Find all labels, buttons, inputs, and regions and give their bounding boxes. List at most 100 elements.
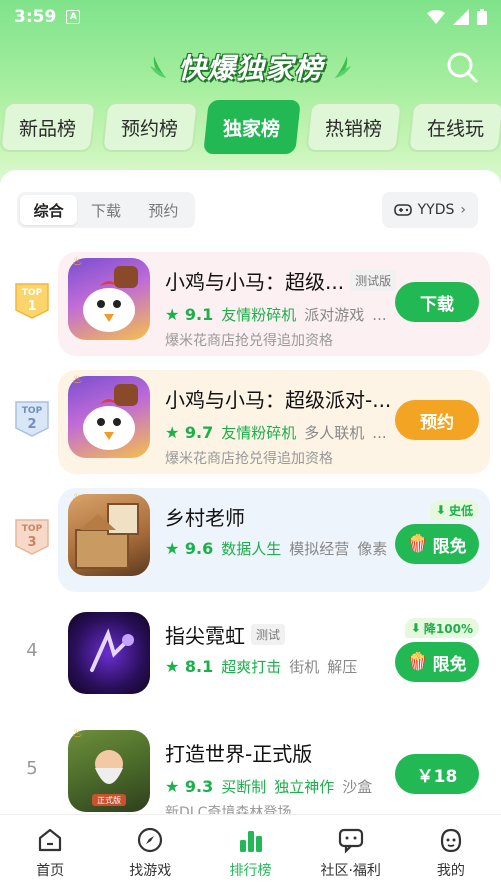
game-subtitle: 爆米花商店抢兑得追加资格 — [165, 451, 333, 467]
flame-icon: ♨ — [72, 372, 83, 386]
nav-find-games[interactable]: 找游戏 — [100, 815, 200, 890]
filter-download[interactable]: 下载 — [77, 195, 134, 225]
game-icon — [68, 258, 150, 340]
nav-label: 首页 — [36, 862, 65, 879]
game-icon — [68, 376, 150, 458]
badge-label: 降100% — [423, 621, 473, 636]
tab-label: 独家榜 — [223, 117, 281, 140]
arrow-down-icon: ⬇ — [410, 621, 421, 635]
rank-number: 3 — [27, 535, 36, 550]
chat-icon — [338, 828, 363, 854]
game-tag: 独立神作 — [274, 778, 335, 796]
action-label: 限免 — [432, 654, 467, 675]
download-button[interactable]: 下载 — [395, 282, 479, 322]
score: ★ 9.7 — [165, 423, 214, 442]
game-icon — [68, 612, 150, 694]
rank-number: 5 — [26, 758, 38, 779]
game-meta: ★ 9.6 数据人生 模拟经营 像素 — [165, 538, 387, 559]
game-tag: 解压 — [327, 658, 358, 676]
game-row[interactable]: 5 正式版 ♨ 打造世界-正式版 ★ 9.3 买断制 独立神作 沙盒 新DLC奇… — [0, 718, 501, 828]
game-row[interactable]: TOP 2 ♨ 小鸡与小马：超级派对-... ★ 9.7 友情粉碎机 多人联机 … — [0, 364, 501, 474]
notification-icon: A — [66, 10, 81, 24]
rank-badge-text: TOP — [22, 406, 43, 416]
tab-label: 热销榜 — [325, 117, 383, 140]
rank-badge-text: TOP — [22, 524, 43, 534]
game-tag: 街机 — [289, 658, 320, 676]
tab-online[interactable]: 在线玩 — [407, 102, 501, 152]
preorder-button[interactable]: 预约 — [395, 400, 479, 440]
nav-label: 找游戏 — [129, 862, 172, 879]
badge-label: 史低 — [448, 503, 473, 518]
status-time: 3:59 — [14, 7, 57, 27]
test-chip: 测试 — [251, 624, 286, 645]
game-name-line: 小鸡与小马：超级... 测试版 — [165, 266, 397, 295]
game-name: 乡村老师 — [165, 506, 245, 530]
profile-icon — [440, 828, 462, 852]
game-icon — [68, 494, 150, 576]
score: ★ 9.1 — [165, 305, 214, 324]
page-header: 快爆独家榜 — [0, 44, 501, 90]
bottom-nav: 首页 找游戏 排行榜 社区·福利 我的 — [0, 814, 501, 890]
game-meta: ★ 9.1 友情粉碎机 派对游戏 ... — [165, 304, 387, 325]
filter-preorder[interactable]: 预约 — [135, 195, 192, 225]
bar-chart-icon — [239, 830, 262, 852]
compass-icon — [138, 827, 163, 852]
rank-badge-gold-icon: TOP 1 — [15, 283, 49, 319]
laurel-right-icon — [335, 56, 351, 78]
tab-preorder[interactable]: 预约榜 — [101, 102, 199, 152]
flame-icon: ♨ — [72, 254, 83, 268]
game-row[interactable]: TOP 3 ♨ 乡村老师 ★ 9.6 数据人生 模拟经营 像素 ⬇ 史低 🍿 限… — [0, 482, 501, 592]
game-name-line: 指尖霓虹 测试 — [165, 620, 286, 649]
discount-badge: ⬇ 降100% — [404, 618, 479, 638]
game-meta: ★ 9.3 买断制 独立神作 沙盒 — [165, 776, 372, 797]
free-button[interactable]: 🍿 限免 — [395, 524, 479, 564]
free-button[interactable]: 🍿 限免 — [395, 642, 479, 682]
trend-down-icon: ⬇ — [435, 503, 446, 517]
battery-icon — [477, 9, 487, 25]
game-meta: ★ 8.1 超爽打击 街机 解压 — [165, 656, 357, 677]
game-row[interactable]: 4 指尖霓虹 测试 ★ 8.1 超爽打击 街机 解压 ⬇ 降100% 🍿 限免 — [0, 600, 501, 710]
game-name: 小鸡与小马：超级... — [165, 270, 345, 294]
score: ★ 8.1 — [165, 657, 214, 676]
yyds-button[interactable]: YYDS › — [381, 192, 478, 228]
rank-number: 4 — [26, 640, 38, 661]
game-subtitle: 爆米花商店抢兑得追加资格 — [165, 333, 333, 349]
game-tag: 买断制 — [221, 778, 267, 796]
rank-badge-silver-icon: TOP 2 — [15, 401, 49, 437]
rank-number: 1 — [27, 299, 36, 314]
chevron-right-icon: › — [460, 202, 466, 218]
nav-label: 排行榜 — [229, 862, 272, 879]
score-value: 9.6 — [184, 539, 214, 558]
nav-community[interactable]: 社区·福利 — [301, 815, 401, 890]
tab-exclusive[interactable]: 独家榜 — [203, 100, 301, 154]
search-icon[interactable] — [445, 50, 479, 84]
nav-label: 我的 — [436, 862, 465, 879]
game-meta: ★ 9.7 友情粉碎机 多人联机 ... — [165, 422, 387, 443]
ranking-tabs: 新品榜 预约榜 独家榜 热销榜 在线玩 — [0, 100, 501, 156]
game-name: 打造世界-正式版 — [165, 742, 313, 766]
game-tag: 模拟经营 — [289, 540, 350, 558]
game-icon: 正式版 — [68, 730, 150, 812]
tab-new[interactable]: 新品榜 — [0, 102, 97, 152]
game-name-line: 打造世界-正式版 — [165, 738, 312, 767]
tab-bestseller[interactable]: 热销榜 — [305, 102, 403, 152]
game-tag: 像素 — [357, 540, 388, 558]
game-row[interactable]: TOP 1 ♨ 小鸡与小马：超级... 测试版 ★ 9.1 友情粉碎机 派对游戏… — [0, 246, 501, 356]
home-icon — [38, 828, 62, 851]
filter-comprehensive[interactable]: 综合 — [20, 195, 78, 225]
game-tag: ... — [372, 305, 387, 324]
nav-home[interactable]: 首页 — [0, 815, 100, 890]
page-title: 快爆独家榜 — [177, 52, 323, 85]
filter-segmented-control: 综合 下载 预约 — [17, 192, 195, 228]
score-value: 9.1 — [184, 305, 214, 324]
action-label: 限免 — [432, 536, 467, 557]
buy-button[interactable]: ￥18 — [395, 754, 479, 794]
flame-icon: ♨ — [72, 490, 83, 504]
lowest-price-badge: ⬇ 史低 — [429, 500, 479, 520]
score-value: 9.7 — [184, 423, 214, 442]
status-icons — [427, 9, 487, 25]
nav-profile[interactable]: 我的 — [401, 815, 501, 890]
nav-rankings[interactable]: 排行榜 — [200, 815, 300, 890]
gamepad-icon — [393, 204, 412, 216]
rank-badge-bronze-icon: TOP 3 — [15, 519, 49, 555]
